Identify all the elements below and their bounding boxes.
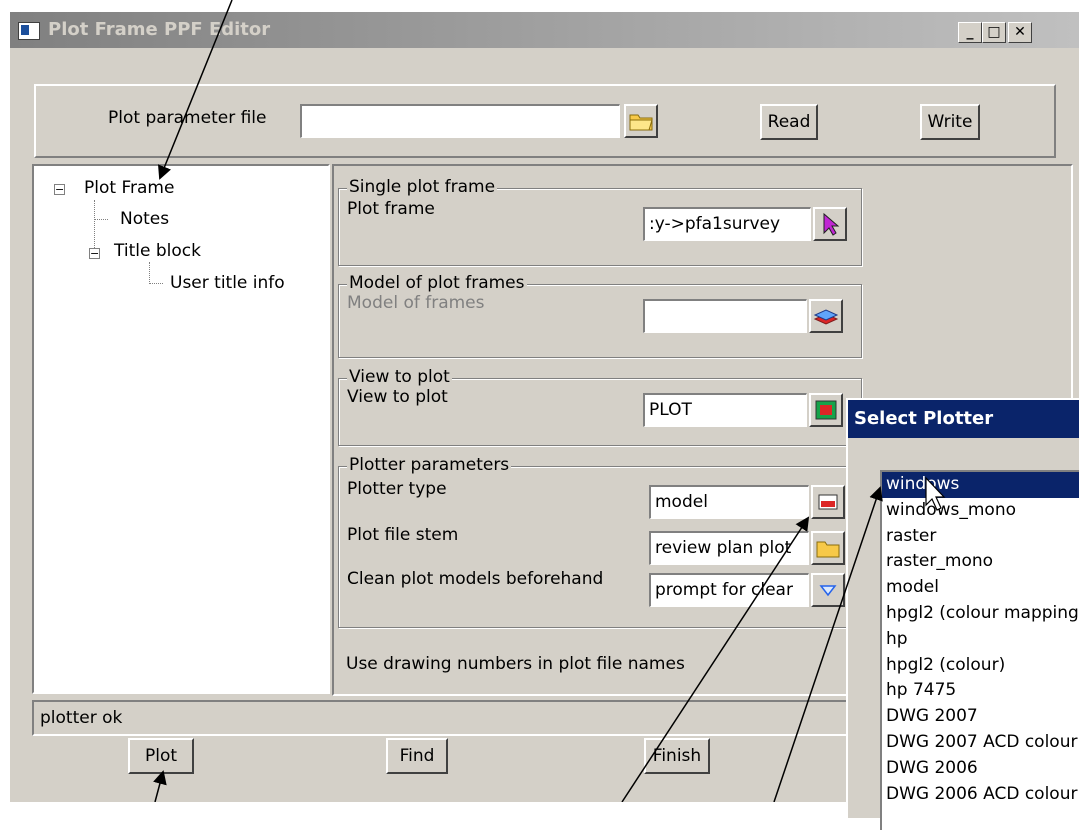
plot-frame-label: Plot frame bbox=[347, 199, 435, 219]
plotter-list-item[interactable]: hpgl2 (colour) bbox=[882, 653, 1079, 679]
clean-plot-models-select[interactable]: prompt for clear bbox=[649, 573, 809, 607]
tree-item-notes[interactable]: Notes bbox=[120, 209, 169, 229]
plotter-list-item[interactable]: model bbox=[882, 575, 1079, 601]
plotter-list-item[interactable]: windows bbox=[882, 472, 1079, 498]
view-to-plot-label: View to plot bbox=[347, 387, 448, 407]
plot-file-stem-input[interactable]: review plan plot bbox=[649, 531, 809, 565]
write-button[interactable]: Write bbox=[920, 104, 980, 140]
read-button[interactable]: Read bbox=[760, 104, 818, 140]
select-plotter-title[interactable]: Select Plotter bbox=[848, 400, 1079, 438]
plotter-icon bbox=[818, 494, 838, 510]
close-button[interactable]: ✕ bbox=[1008, 22, 1032, 43]
plot-file-stem-browse-button[interactable] bbox=[811, 531, 845, 565]
plotter-list-item[interactable]: hpgl2 (colour mapping) bbox=[882, 601, 1079, 627]
view-to-plot-legend: View to plot bbox=[347, 367, 452, 387]
single-plot-frame-legend: Single plot frame bbox=[347, 177, 498, 197]
model-of-plot-frames-group: Model of plot frames Model of frames bbox=[338, 273, 862, 358]
view-icon bbox=[815, 400, 837, 420]
folder-icon bbox=[816, 541, 840, 558]
plotter-parameters-legend: Plotter parameters bbox=[347, 455, 512, 475]
title-bar[interactable]: Plot Frame PPF Editor _ □ ✕ bbox=[10, 12, 1079, 48]
folder-icon bbox=[629, 114, 653, 131]
maximize-button[interactable]: □ bbox=[982, 22, 1006, 43]
plotter-list-item[interactable]: DWG 2006 bbox=[882, 756, 1079, 782]
plotter-list-item[interactable]: windows_mono bbox=[882, 498, 1079, 524]
tree-item-title-block[interactable]: Title block bbox=[114, 241, 201, 261]
model-of-frames-input[interactable] bbox=[643, 299, 807, 333]
tree-view: − Plot Frame Notes − Title block User ti… bbox=[34, 166, 328, 692]
plotter-list-item[interactable]: raster_mono bbox=[882, 549, 1079, 575]
plotter-type-label: Plotter type bbox=[347, 479, 447, 499]
plotter-list[interactable]: windows windows_mono raster raster_mono mode… bbox=[880, 470, 1079, 830]
plotter-select-button[interactable] bbox=[811, 485, 845, 519]
tree-item-user-title-info[interactable]: User title info bbox=[170, 273, 285, 293]
ppf-browse-button[interactable] bbox=[624, 104, 658, 138]
ppf-label: Plot parameter file bbox=[108, 108, 267, 128]
finish-button[interactable]: Finish bbox=[644, 738, 710, 774]
pick-arrow-icon bbox=[823, 212, 840, 236]
plot-frame-pick-button[interactable] bbox=[813, 207, 847, 241]
dropdown-triangle-icon bbox=[819, 585, 837, 597]
plotter-list-item[interactable]: DWG 2007 ACD colour bbox=[882, 730, 1079, 756]
view-to-plot-group: View to plot View to plot PLOT bbox=[338, 367, 862, 446]
tree-expander-plot-frame[interactable]: − bbox=[54, 184, 65, 195]
find-button[interactable]: Find bbox=[386, 738, 448, 774]
tree-expander-title-block[interactable]: − bbox=[89, 248, 100, 259]
ppf-panel: Plot parameter file Read Write bbox=[34, 84, 1056, 158]
plot-frame-input[interactable]: :y->pfa1survey bbox=[643, 207, 811, 241]
plot-button[interactable]: Plot bbox=[128, 738, 194, 774]
plotter-list-item[interactable]: DWG 2007 bbox=[882, 704, 1079, 730]
window-title: Plot Frame PPF Editor bbox=[48, 19, 271, 40]
clean-plot-models-dropdown-button[interactable] bbox=[811, 573, 845, 607]
model-of-frames-label: Model of frames bbox=[347, 293, 485, 313]
layers-icon bbox=[813, 309, 839, 325]
model-of-plot-frames-legend: Model of plot frames bbox=[347, 273, 527, 293]
plotter-type-input[interactable]: model bbox=[649, 485, 809, 519]
minimize-button[interactable]: _ bbox=[958, 22, 982, 43]
tree-panel: − Plot Frame Notes − Title block User ti… bbox=[32, 164, 330, 694]
plotter-parameters-group: Plotter parameters Plotter type model Pl… bbox=[338, 455, 862, 628]
status-text: plotter ok bbox=[40, 708, 123, 728]
app-icon bbox=[18, 22, 40, 40]
view-select-button[interactable] bbox=[809, 393, 843, 427]
tree-item-plot-frame[interactable]: Plot Frame bbox=[84, 178, 174, 198]
plot-file-stem-label: Plot file stem bbox=[347, 525, 459, 545]
single-plot-frame-group: Single plot frame Plot frame :y->pfa1sur… bbox=[338, 177, 862, 266]
model-of-frames-button[interactable] bbox=[809, 299, 843, 333]
select-plotter-dialog: Select Plotter windows windows_mono raster… bbox=[846, 398, 1079, 830]
view-to-plot-input[interactable]: PLOT bbox=[643, 393, 807, 427]
use-drawing-numbers-label[interactable]: Use drawing numbers in plot file names bbox=[346, 654, 685, 674]
plotter-list-item[interactable]: raster bbox=[882, 524, 1079, 550]
ppf-file-input[interactable] bbox=[300, 104, 620, 138]
plotter-list-item[interactable]: hp bbox=[882, 627, 1079, 653]
plotter-list-item[interactable]: DWG 2006 ACD colour bbox=[882, 782, 1079, 808]
clean-plot-models-label: Clean plot models beforehand bbox=[347, 569, 604, 589]
plotter-list-item[interactable]: hp 7475 bbox=[882, 678, 1079, 704]
